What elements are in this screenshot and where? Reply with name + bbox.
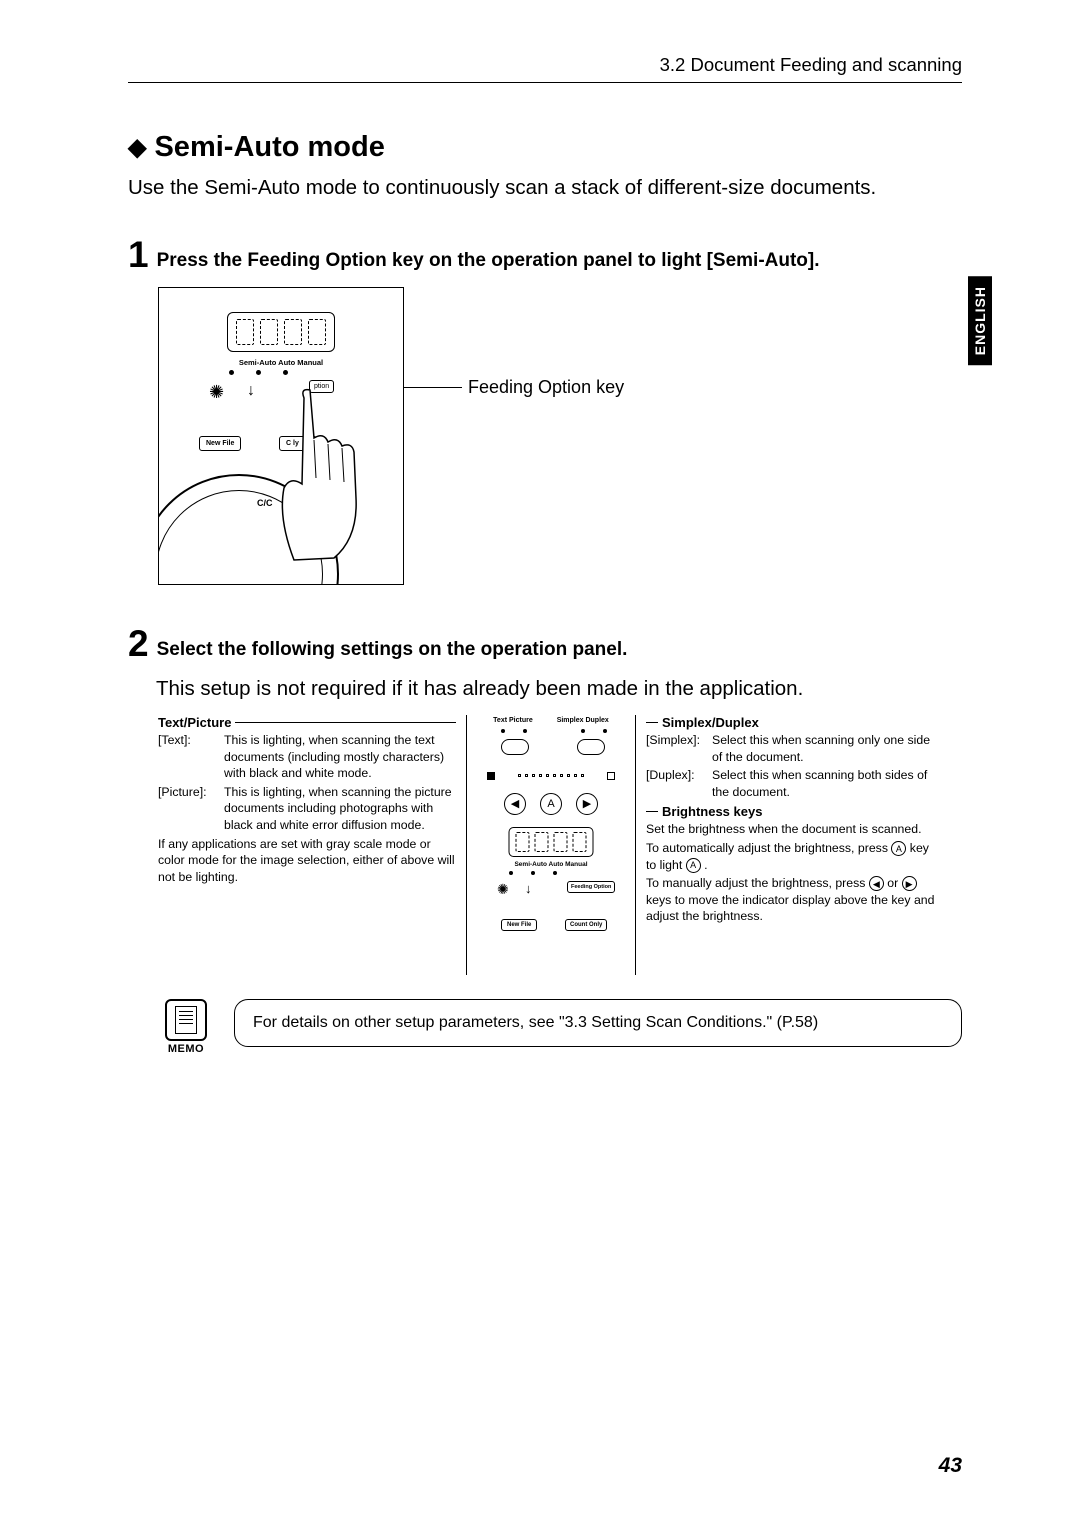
simplex-duplex-button bbox=[577, 739, 605, 755]
a-key-icon-2: A bbox=[686, 858, 701, 873]
left-key-icon: ◀ bbox=[504, 793, 526, 815]
down-arrow-icon-2: ↓ bbox=[525, 881, 532, 896]
simplex-label: [Simplex]: bbox=[646, 732, 708, 765]
text-picture-button bbox=[501, 739, 529, 755]
step-1-text: Press the Feeding Option key on the oper… bbox=[157, 236, 820, 274]
left-key-icon-inline: ◀ bbox=[869, 876, 884, 891]
operation-panel-illustration-2: Text Picture Simplex Duplex ◀ A ▶ Semi-A… bbox=[466, 715, 636, 975]
memo-label: MEMO bbox=[158, 1043, 214, 1055]
a-key-icon: A bbox=[891, 841, 906, 856]
operation-panel-illustration-1: Semi-Auto Auto Manual ✺ ↓ ption New File… bbox=[158, 287, 404, 585]
language-tab: ENGLISH bbox=[968, 276, 992, 365]
header-section-ref: 3.2 Document Feeding and scanning bbox=[128, 54, 962, 83]
brightness-keys-heading: Brightness keys bbox=[646, 804, 942, 819]
brightness-line-2: To automatically adjust the brightness, … bbox=[646, 840, 942, 873]
step-1-number: 1 bbox=[128, 236, 149, 273]
down-arrow-icon: ↓ bbox=[247, 382, 255, 400]
text-picture-heading-label: Text/Picture bbox=[158, 715, 231, 730]
count-only-button-2: Count Only bbox=[565, 919, 607, 931]
mode-labels: Semi-Auto Auto Manual bbox=[159, 358, 403, 367]
picture-desc: This is lighting, when scanning the pict… bbox=[224, 784, 456, 834]
step-2-number: 2 bbox=[128, 625, 149, 662]
brightness-line-3: To manually adjust the brightness, press… bbox=[646, 875, 942, 925]
new-file-button-2: New File bbox=[501, 919, 537, 931]
duplex-label: [Duplex]: bbox=[646, 767, 708, 800]
text-desc: This is lighting, when scanning the text… bbox=[224, 732, 456, 782]
section-title: ◆ Semi-Auto mode bbox=[128, 131, 962, 164]
text-picture-heading: Text/Picture bbox=[158, 715, 456, 730]
settings-block: Text/Picture [Text]: This is lighting, w… bbox=[158, 715, 962, 975]
memo-text: For details on other setup parameters, s… bbox=[234, 999, 962, 1047]
counter-display bbox=[227, 312, 335, 352]
top-labels-right: Simplex Duplex bbox=[557, 717, 609, 724]
right-key-icon-inline: ▶ bbox=[902, 876, 917, 891]
brightness-line-1: Set the brightness when the document is … bbox=[646, 821, 942, 838]
page-number: 43 bbox=[939, 1454, 962, 1478]
hand-pointer-icon bbox=[274, 388, 394, 578]
brightness-bar bbox=[487, 767, 615, 785]
brightness-controls: ◀ A ▶ bbox=[467, 793, 635, 815]
duplex-desc: Select this when scanning both sides of … bbox=[712, 767, 942, 800]
settings-right-column: Simplex/Duplex [Simplex]: Select this wh… bbox=[646, 715, 942, 925]
memo-icon: MEMO bbox=[158, 999, 214, 1055]
simplex-duplex-heading: Simplex/Duplex bbox=[646, 715, 942, 730]
settings-left-column: Text/Picture [Text]: This is lighting, w… bbox=[158, 715, 456, 885]
section-title-text: Semi-Auto mode bbox=[154, 131, 384, 164]
counter-display-2 bbox=[509, 827, 594, 857]
text-label: [Text]: bbox=[158, 732, 220, 782]
brightness-icon-2: ✺ bbox=[497, 881, 509, 898]
step-2-body: This setup is not required if it has alr… bbox=[156, 677, 962, 701]
new-file-button: New File bbox=[199, 436, 241, 451]
callout-feeding-option-key: Feeding Option key bbox=[468, 377, 624, 398]
step-2-text: Select the following settings on the ope… bbox=[157, 625, 628, 663]
memo-block: MEMO For details on other setup paramete… bbox=[158, 999, 962, 1055]
simplex-desc: Select this when scanning only one side … bbox=[712, 732, 942, 765]
diamond-bullet-icon: ◆ bbox=[128, 133, 146, 162]
text-picture-note: If any applications are set with gray sc… bbox=[158, 836, 456, 886]
right-key-icon: ▶ bbox=[576, 793, 598, 815]
mode-indicator-dots bbox=[229, 370, 288, 375]
simplex-duplex-heading-label: Simplex/Duplex bbox=[662, 715, 759, 730]
step-1: 1 Press the Feeding Option key on the op… bbox=[128, 236, 962, 274]
picture-label: [Picture]: bbox=[158, 784, 220, 834]
mode-labels-2: Semi-Auto Auto Manual bbox=[467, 861, 635, 868]
figure-1: Semi-Auto Auto Manual ✺ ↓ ption New File… bbox=[158, 287, 962, 585]
brightness-keys-heading-label: Brightness keys bbox=[662, 804, 762, 819]
callout-leader-line bbox=[404, 387, 462, 388]
top-labels-left: Text Picture bbox=[493, 717, 533, 724]
auto-key-icon: A bbox=[540, 793, 562, 815]
step-2: 2 Select the following settings on the o… bbox=[128, 625, 962, 663]
intro-text: Use the Semi-Auto mode to continuously s… bbox=[128, 174, 962, 202]
brightness-icon: ✺ bbox=[209, 382, 224, 403]
feeding-option-button-2: Feeding Option bbox=[567, 881, 615, 893]
